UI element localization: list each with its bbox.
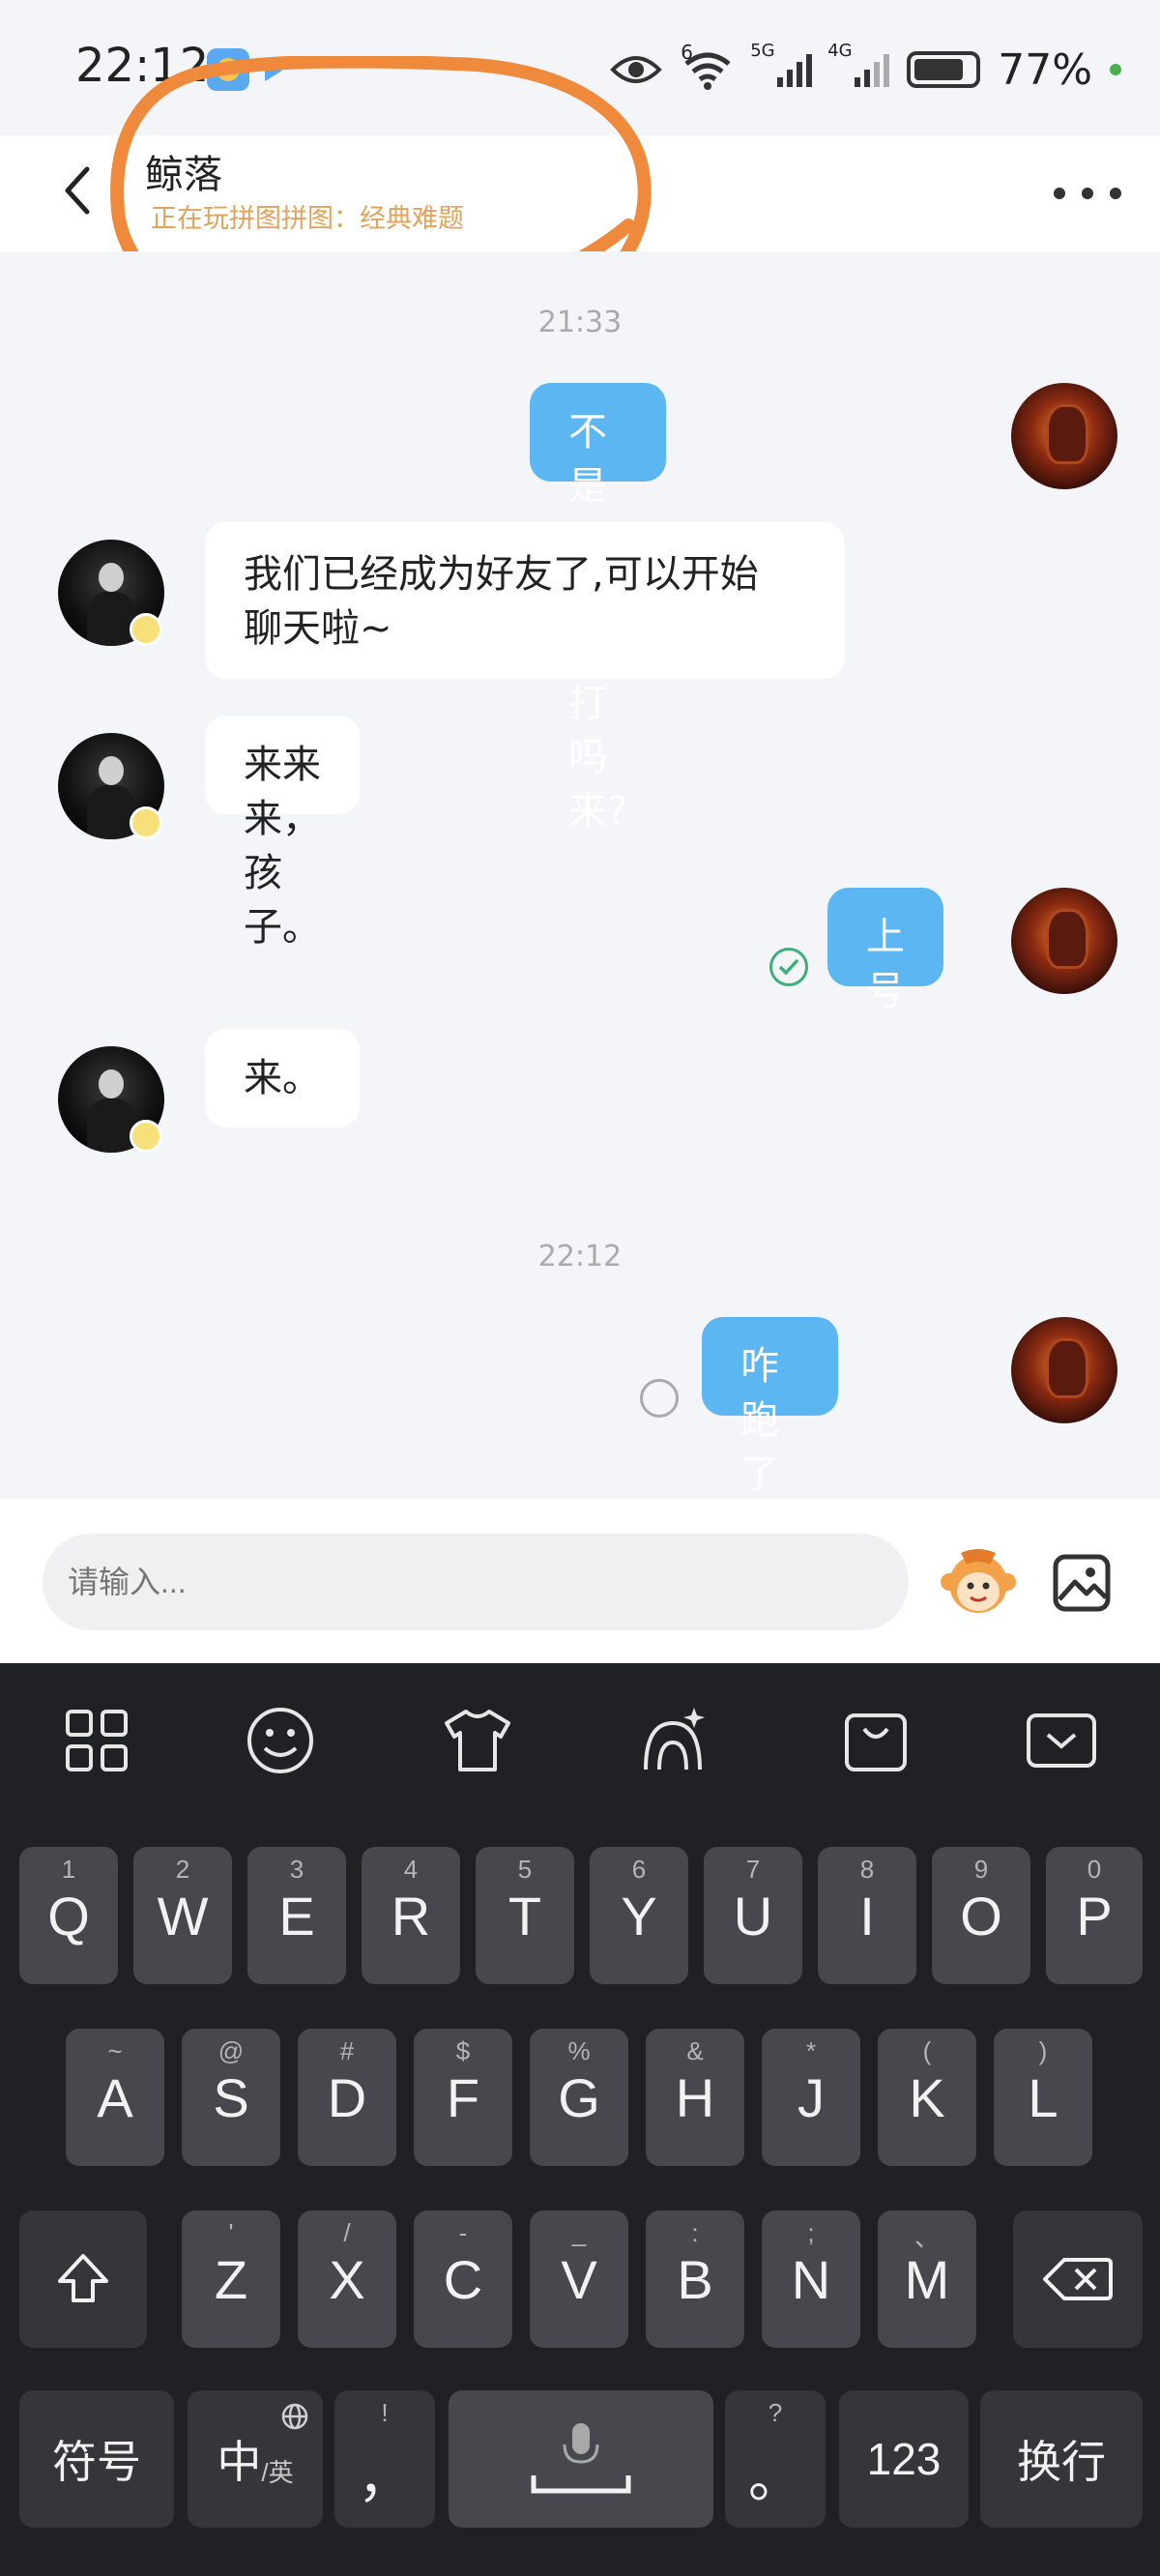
chat-area[interactable]: 21:33 不是要和我打吗来? 我们已经成为好友了,可以开始 聊天啦~ 来来来，… bbox=[0, 251, 1160, 1551]
period-key[interactable]: ?。 bbox=[725, 2390, 826, 2528]
message-bubble[interactable]: 来来来，孩子。 bbox=[205, 716, 360, 950]
key-c[interactable]: -C bbox=[414, 2210, 512, 2348]
language-switch-key[interactable]: 中/英 bbox=[188, 2390, 323, 2528]
contact-name[interactable]: 鲸落 bbox=[145, 143, 222, 199]
check-circle-icon bbox=[769, 948, 808, 986]
my-avatar[interactable] bbox=[1011, 888, 1117, 994]
backspace-key[interactable] bbox=[1013, 2210, 1143, 2348]
status-bar: 22:12 6 5G 4G 77% bbox=[0, 0, 1160, 135]
key-g[interactable]: % G bbox=[530, 2029, 628, 2166]
key-e[interactable]: 3E bbox=[247, 1847, 346, 1984]
shift-arrow-icon bbox=[58, 2254, 108, 2302]
message-text-line: 我们已经成为好友了,可以开始 bbox=[244, 552, 759, 597]
signal-5g-icon: 5G bbox=[750, 41, 813, 87]
key-z[interactable]: ' Z bbox=[182, 2210, 280, 2348]
pending-circle-icon bbox=[640, 1379, 679, 1418]
my-avatar[interactable] bbox=[1011, 383, 1117, 489]
avatar-badge-icon bbox=[130, 613, 162, 646]
shift-key[interactable] bbox=[19, 2210, 147, 2348]
key-d[interactable]: # D bbox=[298, 2029, 396, 2166]
back-button[interactable] bbox=[50, 157, 104, 224]
status-indicators: 6 5G 4G 77% bbox=[609, 41, 1121, 97]
chat-header: 鲸落 正在玩拼图拼图：经典难题 bbox=[0, 135, 1160, 251]
enter-key[interactable]: 换行 bbox=[980, 2390, 1143, 2528]
key-n[interactable]: ; N bbox=[762, 2210, 860, 2348]
key-i[interactable]: 8I bbox=[818, 1847, 916, 1984]
keyboard-toolbar bbox=[0, 1663, 1160, 1818]
key-m[interactable]: 、 M bbox=[878, 2210, 976, 2348]
key-r[interactable]: 4R bbox=[362, 1847, 460, 1984]
time-separator: 21:33 bbox=[537, 306, 623, 339]
avatar-badge-icon bbox=[130, 1120, 162, 1153]
more-options-button[interactable] bbox=[1054, 174, 1121, 213]
avatar-badge-icon bbox=[130, 806, 162, 839]
send-arrow-icon bbox=[265, 60, 282, 81]
key-w[interactable]: 2W bbox=[133, 1847, 232, 1984]
message-bubble[interactable]: 我们已经成为好友了,可以开始 聊天啦~ bbox=[205, 522, 845, 679]
message-input-bar bbox=[0, 1499, 1160, 1663]
shopping-bag-icon[interactable] bbox=[839, 1704, 913, 1777]
key-j[interactable]: * J bbox=[762, 2029, 860, 2166]
backspace-icon bbox=[1043, 2258, 1113, 2300]
key-f[interactable]: $ F bbox=[414, 2029, 512, 2166]
my-avatar[interactable] bbox=[1011, 1317, 1117, 1423]
wifi-icon: 6 bbox=[681, 41, 735, 91]
battery-icon bbox=[907, 51, 981, 88]
numbers-key[interactable]: 123 bbox=[839, 2390, 969, 2528]
key-a[interactable]: ~ A bbox=[66, 2029, 164, 2166]
keyboard: 1Q 2W 3E 4R 5T 6Y 7U 8I 9O 0P ~ A @ S # D $… bbox=[0, 1663, 1160, 2576]
key-v[interactable]: _ V bbox=[530, 2210, 628, 2348]
message-bubble[interactable]: 咋跑了呀? bbox=[702, 1317, 839, 1551]
message-bubble[interactable]: 来。 bbox=[205, 1029, 360, 1127]
key-q[interactable]: 1Q bbox=[19, 1847, 118, 1984]
time-separator: 22:12 bbox=[537, 1240, 623, 1273]
message-text-line: 聊天啦~ bbox=[244, 606, 392, 651]
battery-percent: 77% bbox=[998, 44, 1092, 95]
key-l[interactable]: ) L bbox=[994, 2029, 1092, 2166]
key-t[interactable]: 5T bbox=[476, 1847, 574, 1984]
signal-4g-label: 4G bbox=[827, 41, 853, 61]
globe-icon bbox=[281, 2403, 308, 2430]
image-icon[interactable] bbox=[1052, 1553, 1112, 1613]
ai-assistant-icon[interactable] bbox=[636, 1704, 710, 1777]
symbols-key[interactable]: 符号 bbox=[19, 2390, 174, 2528]
status-time: 22:12 bbox=[75, 39, 210, 93]
collapse-keyboard-icon[interactable] bbox=[1025, 1704, 1098, 1777]
key-b[interactable]: :B bbox=[646, 2210, 744, 2348]
microphone-icon bbox=[531, 2423, 631, 2494]
key-x[interactable]: / X bbox=[298, 2210, 396, 2348]
eye-icon bbox=[610, 56, 663, 83]
contact-status: 正在玩拼图拼图：经典难题 bbox=[151, 204, 464, 234]
chevron-left-icon bbox=[65, 166, 90, 215]
tshirt-skin-icon[interactable] bbox=[441, 1704, 514, 1777]
key-p[interactable]: 0P bbox=[1046, 1847, 1143, 1984]
space-key[interactable] bbox=[449, 2390, 713, 2528]
monkey-face-icon[interactable] bbox=[940, 1545, 1017, 1619]
privacy-dot-icon bbox=[1110, 64, 1121, 75]
emoji-icon[interactable] bbox=[244, 1704, 317, 1777]
signal-5g-label: 5G bbox=[750, 41, 775, 61]
key-s[interactable]: @ S bbox=[182, 2029, 280, 2166]
key-k[interactable]: (K bbox=[878, 2029, 976, 2166]
wifi-6-label: 6 bbox=[681, 41, 693, 64]
app-notification-icon bbox=[207, 48, 249, 91]
comma-key[interactable]: !， bbox=[334, 2390, 435, 2528]
key-u[interactable]: 7U bbox=[704, 1847, 802, 1984]
message-input[interactable] bbox=[43, 1534, 909, 1630]
key-h[interactable]: & H bbox=[646, 2029, 744, 2166]
message-bubble[interactable]: 不是要和我打吗来? bbox=[530, 383, 667, 834]
key-o[interactable]: 9O bbox=[932, 1847, 1030, 1984]
grid-menu-icon[interactable] bbox=[60, 1704, 133, 1777]
more-dots-icon bbox=[1054, 188, 1065, 199]
signal-4g-icon: 4G bbox=[827, 41, 890, 87]
message-bubble[interactable]: 上号 bbox=[827, 888, 943, 1013]
key-y[interactable]: 6Y bbox=[590, 1847, 688, 1984]
